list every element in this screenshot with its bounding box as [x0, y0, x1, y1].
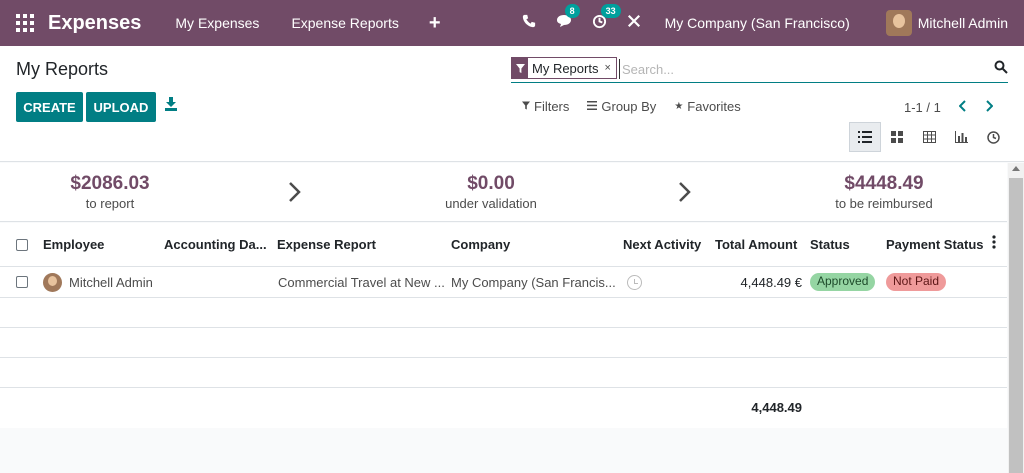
- app-title[interactable]: Expenses: [48, 12, 141, 35]
- column-header-payment-status[interactable]: Payment Status: [886, 237, 984, 252]
- pager-value[interactable]: 1-1 / 1: [904, 100, 941, 115]
- page-title: My Reports: [16, 59, 109, 79]
- column-header-company[interactable]: Company: [451, 237, 510, 252]
- activity-clock-icon[interactable]: [627, 275, 642, 290]
- pivot-view-icon[interactable]: [913, 122, 945, 152]
- facet-label: My Reports: [532, 60, 599, 76]
- search-input[interactable]: [619, 59, 979, 79]
- column-header-accounting-date[interactable]: Accounting Da...: [164, 237, 267, 252]
- search-facet[interactable]: My Reports ×: [511, 57, 617, 79]
- company-switcher[interactable]: My Company (San Francisco): [665, 15, 850, 31]
- column-header-total-amount[interactable]: Total Amount: [715, 237, 797, 252]
- column-header-expense-report[interactable]: Expense Report: [277, 237, 376, 252]
- table-footer: 4,448.49: [0, 388, 1007, 428]
- cell-total-amount: 4,448.49 €: [740, 275, 802, 290]
- column-header-employee[interactable]: Employee: [43, 237, 104, 252]
- download-icon[interactable]: [164, 96, 178, 112]
- summary-amount: $2086.03: [70, 173, 150, 194]
- pager: 1-1 / 1: [904, 99, 994, 115]
- summary-under-validation: $0.00 under validation: [431, 173, 551, 211]
- search-bar: My Reports ×: [511, 55, 1008, 83]
- list-lines-icon: [587, 100, 598, 113]
- create-button[interactable]: CREATE: [16, 92, 83, 122]
- empty-row: [0, 358, 1007, 388]
- scrollbar-thumb[interactable]: [1009, 178, 1023, 473]
- row-checkbox[interactable]: [16, 276, 28, 288]
- nav-expense-reports[interactable]: Expense Reports: [291, 15, 398, 31]
- column-header-status[interactable]: Status: [810, 237, 850, 252]
- summary-label: to be reimbursed: [835, 196, 933, 211]
- expense-summary: $2086.03 to report $0.00 under validatio…: [0, 163, 1007, 222]
- activities-count-badge: 33: [600, 3, 621, 18]
- groupby-label: Group By: [601, 99, 657, 114]
- table-header: Employee Accounting Da... Expense Report…: [0, 223, 1007, 267]
- upload-button[interactable]: UPLOAD: [86, 92, 156, 122]
- nav-add-icon[interactable]: +: [429, 12, 441, 35]
- favorites-label: Favorites: [687, 99, 741, 114]
- messages-icon[interactable]: 8: [556, 4, 580, 32]
- chevron-right-icon: [288, 181, 302, 203]
- list-view-icon[interactable]: [849, 122, 881, 152]
- apps-menu-icon[interactable]: [16, 14, 34, 32]
- cell-company: My Company (San Francis...: [451, 275, 615, 290]
- column-header-next-activity[interactable]: Next Activity: [623, 237, 701, 252]
- user-avatar[interactable]: [885, 10, 912, 36]
- view-switcher: [849, 122, 1009, 152]
- funnel-icon: [522, 101, 530, 113]
- empty-row: [0, 298, 1007, 328]
- nav-my-expenses[interactable]: My Expenses: [175, 15, 259, 31]
- top-navbar: Expenses My Expenses Expense Reports + 8…: [0, 0, 1024, 46]
- debug-tools-icon[interactable]: [627, 14, 641, 32]
- favorites-dropdown[interactable]: ★ Favorites: [674, 99, 740, 114]
- search-options: Filters Group By ★ Favorites: [522, 99, 759, 114]
- kanban-view-icon[interactable]: [881, 122, 913, 152]
- pager-next-icon[interactable]: [985, 99, 994, 115]
- status-badge: Approved: [810, 273, 876, 291]
- summary-amount: $0.00: [467, 173, 515, 194]
- summary-label: under validation: [445, 196, 537, 211]
- facet-remove-icon[interactable]: ×: [604, 62, 615, 74]
- search-icon[interactable]: [994, 60, 1008, 74]
- reports-list-table: Employee Accounting Da... Expense Report…: [0, 223, 1007, 428]
- user-menu[interactable]: Mitchell Admin: [918, 15, 1008, 31]
- empty-row: [0, 328, 1007, 358]
- activity-view-icon[interactable]: [977, 122, 1009, 152]
- select-all-checkbox[interactable]: [16, 239, 28, 251]
- filters-dropdown[interactable]: Filters: [522, 99, 569, 114]
- optional-columns-icon[interactable]: [992, 235, 996, 252]
- summary-to-report: $2086.03 to report: [60, 173, 160, 211]
- graph-view-icon[interactable]: [945, 122, 977, 152]
- star-icon: ★: [674, 101, 684, 112]
- summary-amount: $4448.49: [844, 173, 924, 194]
- filters-label: Filters: [534, 99, 570, 114]
- payment-status-badge: Not Paid: [886, 273, 947, 291]
- summary-to-be-reimbursed: $4448.49 to be reimbursed: [824, 173, 944, 211]
- table-row[interactable]: Mitchell Admin Commercial Travel at New …: [0, 267, 1007, 298]
- cell-employee: Mitchell Admin: [69, 275, 153, 290]
- summary-label: to report: [85, 196, 135, 211]
- control-panel: My Reports CREATE UPLOAD My Reports × Fi…: [0, 46, 1024, 162]
- activities-clock-icon[interactable]: 33: [592, 3, 621, 33]
- phone-icon[interactable]: [522, 14, 536, 32]
- pager-previous-icon[interactable]: [958, 99, 967, 115]
- employee-avatar: [43, 273, 62, 292]
- footer-total-amount: 4,448.49: [751, 400, 802, 415]
- messages-count-badge: 8: [564, 4, 580, 18]
- scroll-up-arrow-icon[interactable]: [1012, 166, 1020, 171]
- chevron-right-icon: [678, 181, 692, 203]
- filter-icon: [512, 57, 528, 79]
- groupby-dropdown[interactable]: Group By: [587, 99, 656, 114]
- cell-expense-report: Commercial Travel at New ...: [278, 275, 444, 290]
